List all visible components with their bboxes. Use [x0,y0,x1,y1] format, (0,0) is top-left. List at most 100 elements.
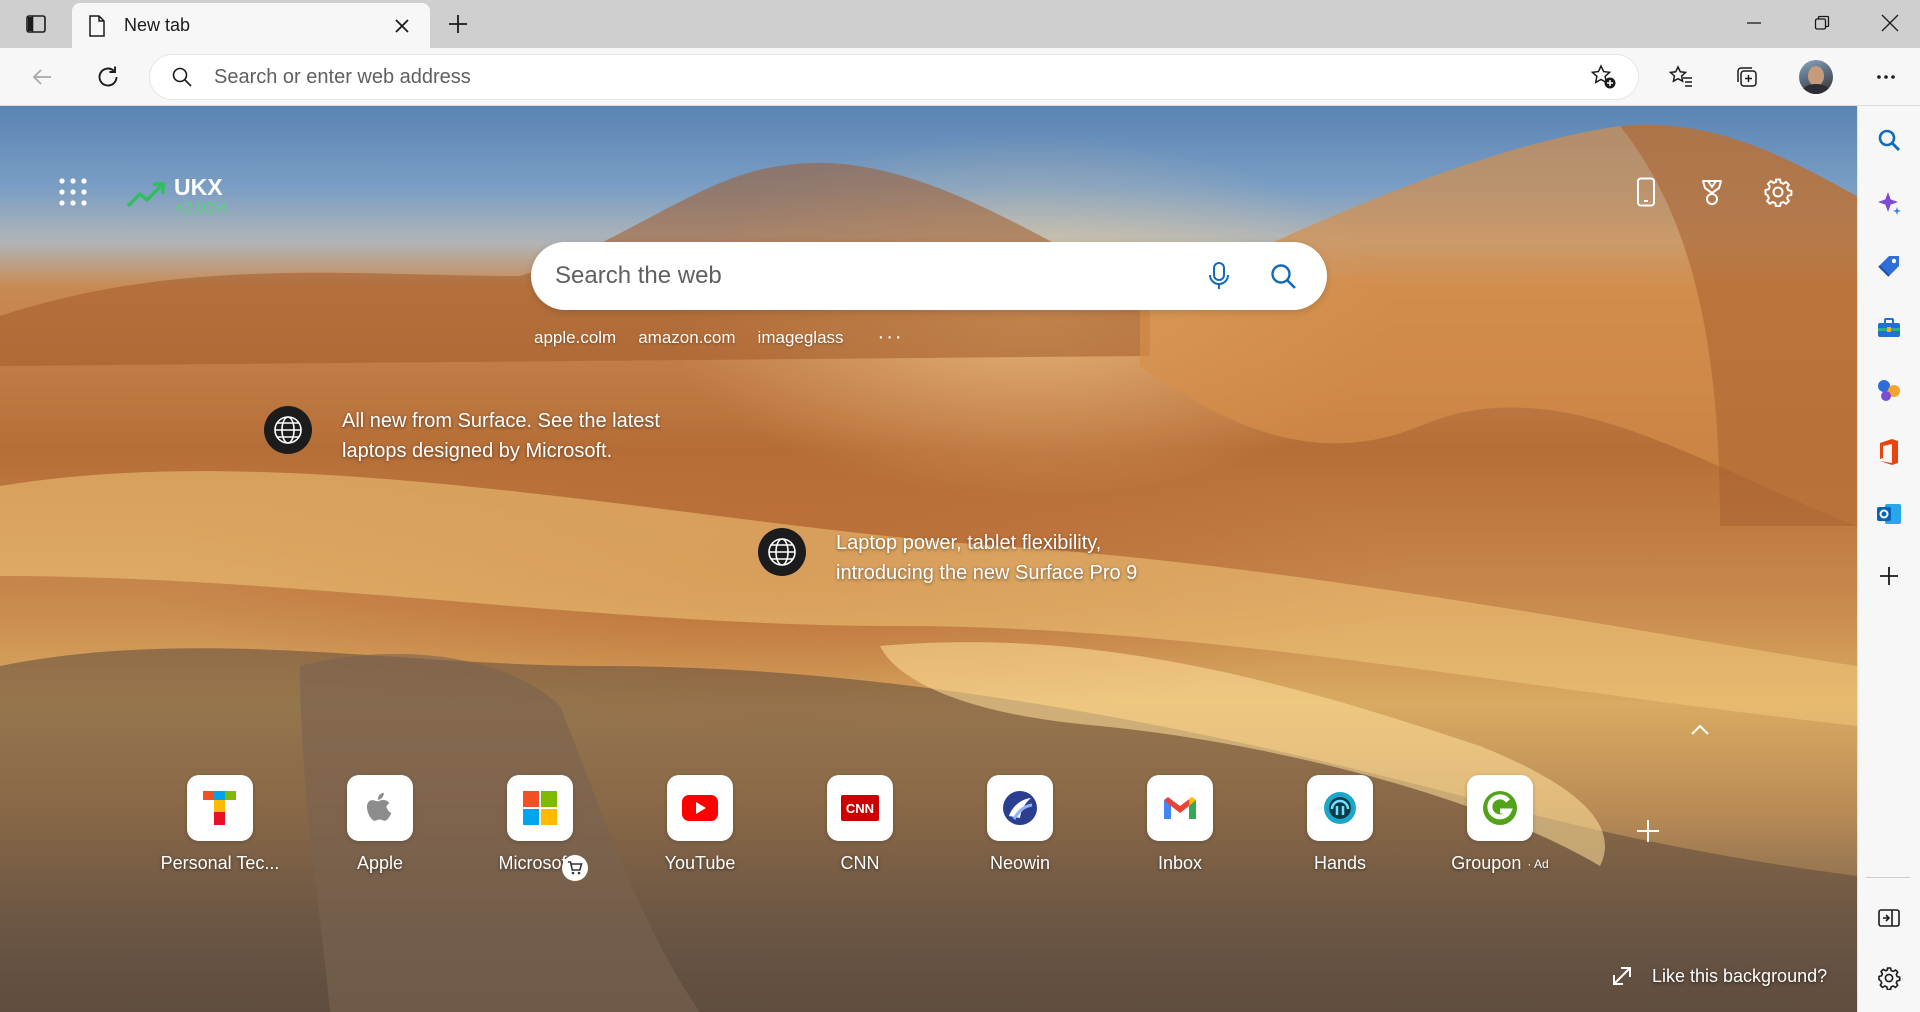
quick-link[interactable]: imageglass [758,328,844,348]
top-site-tile[interactable]: Groupon · Ad [1420,775,1580,874]
collections-button[interactable] [1727,57,1767,97]
tab-actions-button[interactable] [16,8,56,40]
stock-widget[interactable]: UKX +2.03% [126,174,229,218]
cnn-icon: CNN [827,775,893,841]
refresh-icon [98,66,118,87]
close-icon [395,18,409,33]
new-tab-page: UKX +2.03% apple.colm amazon.com imagegl… [0,106,1857,1012]
minimize-icon [1747,22,1761,24]
address-input[interactable] [214,65,1586,89]
trend-up-icon [126,182,165,208]
ad-label: · Ad [1527,856,1549,871]
top-site-tile[interactable]: YouTube [620,775,780,874]
voice-search-button[interactable] [1199,256,1239,296]
stock-ticker: UKX [174,174,223,200]
star-add-icon [1590,64,1616,89]
office-icon [1880,439,1898,465]
navigation-toolbar [0,48,1920,106]
sidebar-office-button[interactable] [1869,432,1909,472]
page-icon [86,14,108,37]
close-window-button[interactable] [1856,0,1920,46]
site-label: Groupon · Ad [1451,853,1548,874]
tab-actions-icon [26,15,46,33]
refresh-button[interactable] [88,57,128,97]
favorites-icon [1668,65,1692,87]
apps-launcher-button[interactable] [58,172,88,212]
sidebar-tools-button[interactable] [1869,308,1909,348]
tag-icon [1878,256,1899,277]
search-icon [1878,129,1901,152]
microphone-icon [1209,262,1229,289]
quick-link[interactable]: amazon.com [638,328,735,348]
sidebar-shopping-button[interactable] [1869,246,1909,286]
add-site-button[interactable] [1628,811,1668,851]
toolbox-icon [1878,318,1900,337]
profile-avatar[interactable] [1799,60,1833,94]
web-search-input[interactable] [555,262,1175,290]
tab-title: New tab [124,15,191,35]
site-name: Groupon [1451,853,1522,873]
sidebar-settings-button[interactable] [1869,958,1909,998]
site-label: Neowin [989,853,1051,873]
web-search-submit-button[interactable] [1263,256,1303,296]
top-site-tile[interactable]: Neowin [940,775,1100,874]
plus-icon [1637,820,1659,842]
quick-links-more-button[interactable]: ··· [878,326,904,349]
promo-card[interactable]: All new from Surface. See the latest lap… [264,406,660,466]
promo-line: All new from Surface. See the latest [342,410,660,432]
top-site-tile[interactable]: Hands [1260,775,1420,874]
globe-icon [758,528,806,576]
top-site-tile[interactable]: Personal Tec... [140,775,300,874]
top-site-tile[interactable]: Apple [300,775,460,874]
settings-and-more-button[interactable] [1866,57,1906,97]
more-icon [1877,75,1895,79]
gear-icon [1764,178,1793,207]
tab-close-button[interactable] [388,12,416,40]
back-button[interactable] [22,57,62,97]
plus-icon [449,15,467,33]
promo-line: Laptop power, tablet flexibility, [836,532,1102,554]
waffle-grid-icon [59,178,87,206]
top-site-tile[interactable]: CNN CNN [780,775,940,874]
tab-strip: New tab [0,0,1920,48]
sidebar-discover-button[interactable] [1869,184,1909,224]
globe-icon [264,406,312,454]
top-site-tile[interactable]: Microsof... [460,775,620,881]
like-background-text: Like this background? [1652,965,1828,986]
plus-icon [1880,567,1898,585]
page-settings-button[interactable] [1756,170,1800,214]
rewards-button[interactable] [1690,170,1734,214]
hide-sidebar-button[interactable] [1869,898,1909,938]
sidebar-search-button[interactable] [1869,120,1909,160]
games-icon [1878,380,1900,401]
add-favorite-button[interactable] [1586,60,1620,94]
quick-link[interactable]: apple.colm [534,328,616,348]
restore-button[interactable] [1788,0,1856,46]
minimize-button[interactable] [1720,0,1788,46]
like-background-link[interactable]: Like this background? [1610,964,1827,988]
address-bar[interactable] [150,55,1638,99]
new-tab-button[interactable] [440,6,476,42]
mobile-app-button[interactable] [1624,170,1668,214]
site-label: CNN [840,853,880,873]
favorites-button[interactable] [1661,57,1701,97]
top-site-tile[interactable]: Inbox [1100,775,1260,874]
sparkle-icon [1878,192,1901,215]
promo-card[interactable]: Laptop power, tablet flexibility, introd… [758,528,1137,588]
chevron-up-icon [1691,724,1709,735]
shopping-cart-icon [562,855,588,881]
web-search-box[interactable] [531,242,1327,310]
sidebar-divider [1866,877,1910,878]
site-label: Apple [356,853,404,873]
tab-new-tab[interactable]: New tab [72,3,430,48]
collections-icon [1737,67,1757,87]
sidebar-games-button[interactable] [1869,370,1909,410]
sidebar-outlook-button[interactable] [1869,494,1909,534]
sidebar-customize-button[interactable] [1869,556,1909,596]
apple-icon [347,775,413,841]
close-icon [1881,14,1899,32]
stock-change: +2.03% [174,200,229,217]
sidebar-hide-icon [1878,909,1900,927]
collapse-sites-button[interactable] [1682,712,1718,748]
expand-icon [1610,964,1634,988]
